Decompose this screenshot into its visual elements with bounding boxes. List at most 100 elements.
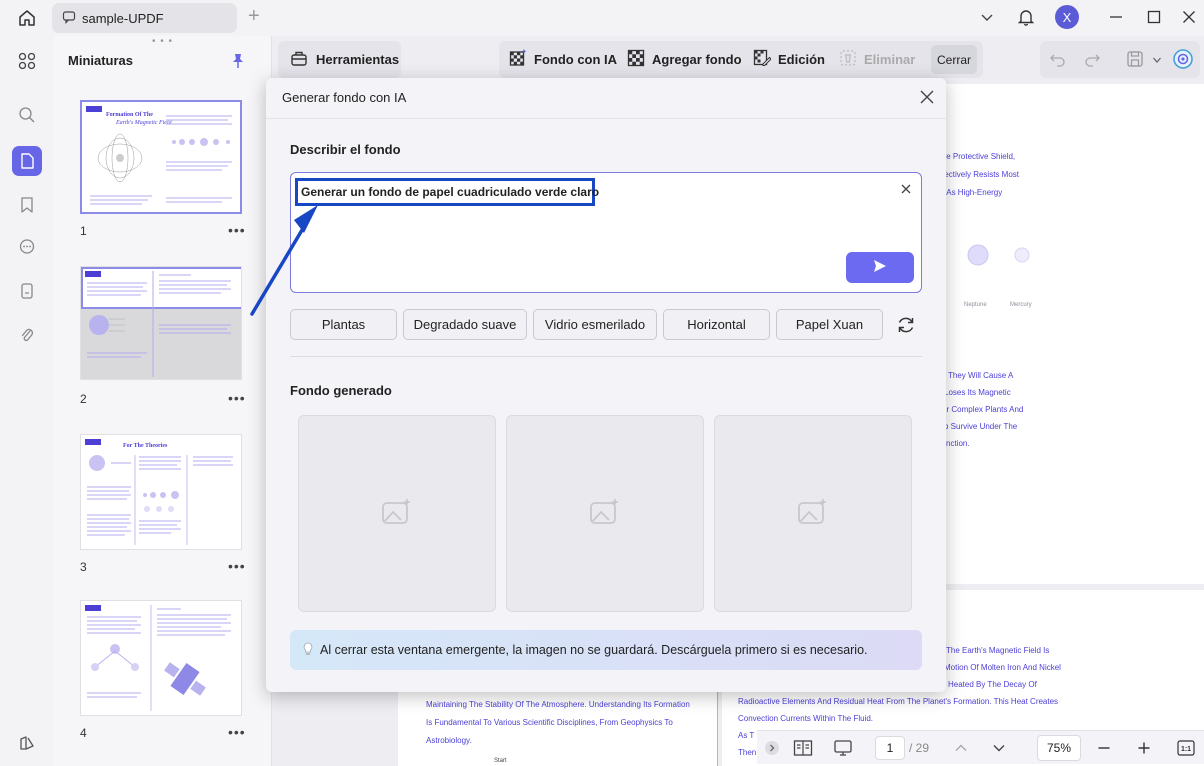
- ai-assistant-icon[interactable]: [1172, 48, 1194, 73]
- panel-drag-handle[interactable]: • • •: [152, 36, 173, 47]
- trash-icon: [839, 49, 857, 70]
- document-page-upper: ble Protective Shield, ffectively Resist…: [928, 84, 1204, 584]
- send-icon: [872, 258, 888, 277]
- search-icon[interactable]: [12, 100, 42, 130]
- thumbnail-page-1[interactable]: Formation Of The Earth's Magnetic Field: [80, 100, 242, 214]
- paperclip-icon[interactable]: [12, 320, 42, 350]
- doc-line: Loses Its Magnetic: [944, 388, 1011, 397]
- thumbnail-page-2[interactable]: [80, 266, 242, 380]
- ai-background-dialog: Generar fondo con IA Describir el fondo …: [266, 78, 946, 692]
- svg-text:Earth's Magnetic Field: Earth's Magnetic Field: [115, 120, 173, 126]
- thumbnail-number-3: 3: [80, 560, 87, 574]
- preset-chip-horizontal[interactable]: Horizontal: [663, 309, 770, 340]
- document-tab[interactable]: sample-UPDF: [52, 3, 237, 33]
- notice-banner: Al cerrar esta ventana emergente, la ima…: [290, 630, 922, 670]
- describe-label: Describir el fondo: [290, 142, 401, 157]
- window-close-button[interactable]: [1178, 4, 1200, 30]
- clear-input-icon[interactable]: [899, 182, 913, 196]
- svg-text:Formation Of The: Formation Of The: [106, 112, 153, 118]
- actual-size-icon[interactable]: 1:1: [1175, 731, 1197, 765]
- edit-background-button[interactable]: Edición: [753, 41, 825, 78]
- page-total: / 29: [908, 741, 929, 755]
- bookmark-icon[interactable]: [12, 190, 42, 220]
- avatar[interactable]: X: [1054, 4, 1080, 30]
- next-page-icon[interactable]: [989, 731, 1009, 765]
- doc-footer-label: Start: [494, 758, 507, 764]
- delete-background-button[interactable]: Eliminar: [839, 41, 915, 78]
- layers-icon[interactable]: [12, 728, 42, 758]
- presentation-icon[interactable]: [831, 731, 855, 765]
- redo-icon[interactable]: [1084, 50, 1102, 71]
- pin-icon[interactable]: [230, 52, 246, 73]
- page-thumbnails-icon[interactable]: [12, 146, 42, 176]
- planet-label-neptune: Neptune: [964, 302, 987, 308]
- preset-chip-papel-xuan[interactable]: Papel Xuan: [776, 309, 883, 340]
- maximize-button[interactable]: [1142, 4, 1166, 30]
- generated-image-slot-2[interactable]: [506, 415, 704, 612]
- page-number-field[interactable]: 1: [873, 731, 907, 765]
- home-icon[interactable]: [14, 6, 40, 30]
- chat-bubble-icon: [62, 10, 76, 27]
- doc-line: As T: [738, 731, 755, 740]
- ai-background-button[interactable]: Fondo con IA: [509, 41, 617, 78]
- thumbnails-title: Miniaturas: [68, 53, 134, 68]
- generated-image-slot-1[interactable]: [298, 415, 496, 612]
- planet-illustration: [967, 244, 1030, 266]
- add-background-button[interactable]: Agregar fondo: [627, 41, 742, 78]
- page-current[interactable]: 1: [875, 736, 905, 760]
- previous-page-icon[interactable]: [951, 731, 971, 765]
- zoom-in-icon[interactable]: [1133, 731, 1155, 765]
- doc-line: o Survive Under The: [944, 422, 1018, 431]
- prompt-text[interactable]: Generar un fondo de papel cuadriculado v…: [295, 178, 599, 206]
- new-tab-button[interactable]: +: [248, 6, 268, 28]
- tools-button[interactable]: Herramientas: [278, 41, 401, 78]
- doc-line: ffectively Resists Most: [940, 170, 1019, 179]
- undo-icon[interactable]: [1048, 50, 1066, 71]
- doc-line: Then: [738, 748, 757, 757]
- page-layout-icon[interactable]: [791, 731, 815, 765]
- prompt-input[interactable]: Generar un fondo de papel cuadriculado v…: [290, 172, 922, 293]
- chevron-down-icon[interactable]: [976, 4, 998, 30]
- zoom-value[interactable]: 75%: [1037, 735, 1081, 761]
- save-icon[interactable]: [1126, 50, 1144, 71]
- thumbnail-more-3[interactable]: •••: [228, 558, 246, 574]
- doc-line: Is Fundamental To Various Scientific Dis…: [426, 718, 673, 727]
- thumbnail-more-4[interactable]: •••: [228, 724, 246, 740]
- send-button[interactable]: [846, 252, 914, 283]
- grid-icon[interactable]: [12, 46, 42, 76]
- collapse-bar-icon[interactable]: [763, 731, 781, 765]
- doc-line: n As High-Energy: [940, 188, 1003, 197]
- planet-label-mercury: Mercury: [1010, 302, 1032, 308]
- zoom-field[interactable]: 75%: [1035, 731, 1083, 765]
- preset-chip-vidrio[interactable]: Vidrio esmerilado: [533, 309, 657, 340]
- generated-image-slot-3[interactable]: [714, 415, 912, 612]
- image-placeholder-icon: [381, 497, 413, 530]
- dialog-title: Generar fondo con IA: [282, 90, 407, 105]
- thumbnail-number-4: 4: [80, 726, 87, 740]
- delete-background-label: Eliminar: [864, 52, 916, 67]
- bottom-status-bar: 1 / 29 75% 1:1: [757, 730, 1204, 764]
- title-bar: sample-UPDF + X: [0, 0, 1204, 36]
- thumbnail-more-2[interactable]: •••: [228, 390, 246, 406]
- bell-icon[interactable]: [1014, 4, 1038, 30]
- preset-chip-degradado[interactable]: Degradado suave: [403, 309, 527, 340]
- refresh-icon[interactable]: [895, 314, 917, 336]
- dialog-close-icon[interactable]: [917, 87, 937, 107]
- thumbnail-number-1: 1: [80, 224, 87, 238]
- attachment-page-icon[interactable]: [12, 276, 42, 306]
- comment-icon[interactable]: [12, 232, 42, 262]
- thumbnail-page-3[interactable]: For The Theories: [80, 434, 242, 550]
- dialog-header-divider: [266, 118, 946, 119]
- minimize-button[interactable]: [1104, 4, 1128, 30]
- thumbnail-more-1[interactable]: •••: [228, 222, 246, 238]
- edit-checker-icon: [753, 49, 772, 70]
- zoom-out-icon[interactable]: [1093, 731, 1115, 765]
- notice-text: Al cerrar esta ventana emergente, la ima…: [320, 643, 868, 657]
- background-toolbar: Fondo con IA Agregar fondo Edición Elimi…: [499, 41, 983, 78]
- image-placeholder-icon: [797, 497, 829, 530]
- thumbnail-page-4[interactable]: [80, 600, 242, 716]
- save-options-chevron-icon[interactable]: [1152, 53, 1162, 68]
- close-toolbar-button[interactable]: Cerrar: [931, 45, 977, 74]
- generated-label: Fondo generado: [290, 383, 392, 398]
- thumbnails-panel: • • • Miniaturas Formation Of The Earth'…: [54, 36, 272, 766]
